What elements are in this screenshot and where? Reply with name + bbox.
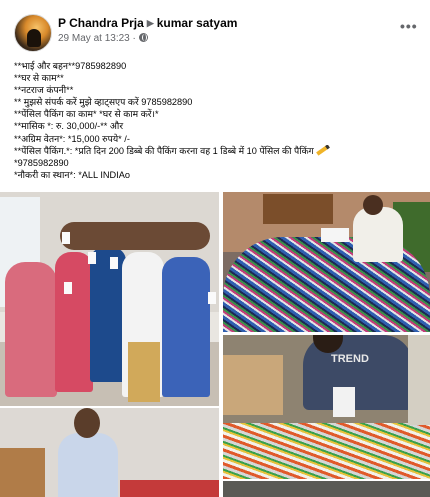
recipient-name[interactable]: kumar satyam — [157, 16, 238, 30]
photo-heads — [60, 222, 210, 250]
photo-packing[interactable]: TREND — [223, 335, 430, 479]
globe-icon — [138, 33, 148, 42]
photo-man-with-phone[interactable] — [0, 408, 219, 497]
author-name[interactable]: P Chandra Prja — [58, 16, 144, 30]
body-line: **पेंसिल पैकिंग का काम* *घर से काम करें।… — [14, 109, 159, 120]
author-avatar[interactable] — [14, 14, 52, 52]
photo-person — [162, 257, 210, 397]
body-line: **अग्रिम वेतन*: *15,000 रुपये* /- — [14, 133, 130, 144]
photo-box — [333, 387, 355, 417]
post-body: **भाई और बहन**9785982890 **घर से काम** *… — [14, 60, 424, 181]
photo-badge: TREND — [331, 353, 369, 365]
photo-phone — [208, 292, 216, 304]
post-names: P Chandra Prja ▶ kumar satyam — [58, 16, 237, 30]
photo-box — [0, 448, 45, 497]
photo-phone — [64, 282, 72, 294]
more-options-icon[interactable]: ••• — [400, 18, 418, 34]
photo-pencil-pile[interactable] — [223, 192, 430, 332]
body-line: **भाई और बहन**9785982890 — [14, 61, 127, 71]
body-line: ** मुझसे संपर्क करें मुझे व्हाट्सएप करें… — [14, 97, 193, 108]
photo-phone — [62, 232, 70, 244]
body-line: *9785982890 — [14, 157, 69, 168]
photo-strip[interactable] — [223, 481, 430, 497]
photo-man-head — [363, 195, 383, 215]
photo-boxes — [223, 355, 283, 415]
photo-pencils — [223, 423, 430, 479]
photo-group-with-phones[interactable] — [0, 192, 219, 406]
photo-man-head — [74, 408, 100, 438]
post-header: P Chandra Prja ▶ kumar satyam 29 May at 13… — [0, 0, 430, 52]
body-line-with-pencil: **पेंसिल पैकिंग.*: *प्रति दिन 200 डिब्बे… — [14, 144, 424, 157]
body-line: *नौकरी का स्थान*: *ALL INDIAo — [14, 169, 130, 180]
photo-person — [90, 247, 126, 382]
body-line: **मासिक *: रु. 30,000/-** और — [14, 121, 124, 132]
photo-window — [263, 194, 333, 224]
photo-person — [5, 262, 57, 397]
body-line: **पेंसिल पैकिंग.*: *प्रति दिन 200 डिब्बे… — [14, 145, 314, 156]
photo-side-box — [408, 335, 430, 425]
post-timestamp[interactable]: 29 May at 13:23 · — [58, 33, 136, 44]
triangle-right-icon: ▶ — [146, 18, 154, 28]
body-line: **घर से काम** — [14, 73, 64, 84]
photo-person-legs — [128, 342, 160, 402]
photo-material — [120, 480, 219, 497]
post-meta: 29 May at 13:23 · — [58, 33, 148, 44]
body-line: **नटराज कंपनी** — [14, 85, 74, 96]
photo-phone — [110, 257, 118, 269]
photo-sign — [321, 228, 349, 242]
photo-man — [58, 433, 118, 497]
pencil-emoji-icon — [315, 144, 330, 156]
photo-person — [55, 252, 93, 392]
photo-man — [353, 207, 403, 262]
photo-phone — [88, 252, 96, 264]
